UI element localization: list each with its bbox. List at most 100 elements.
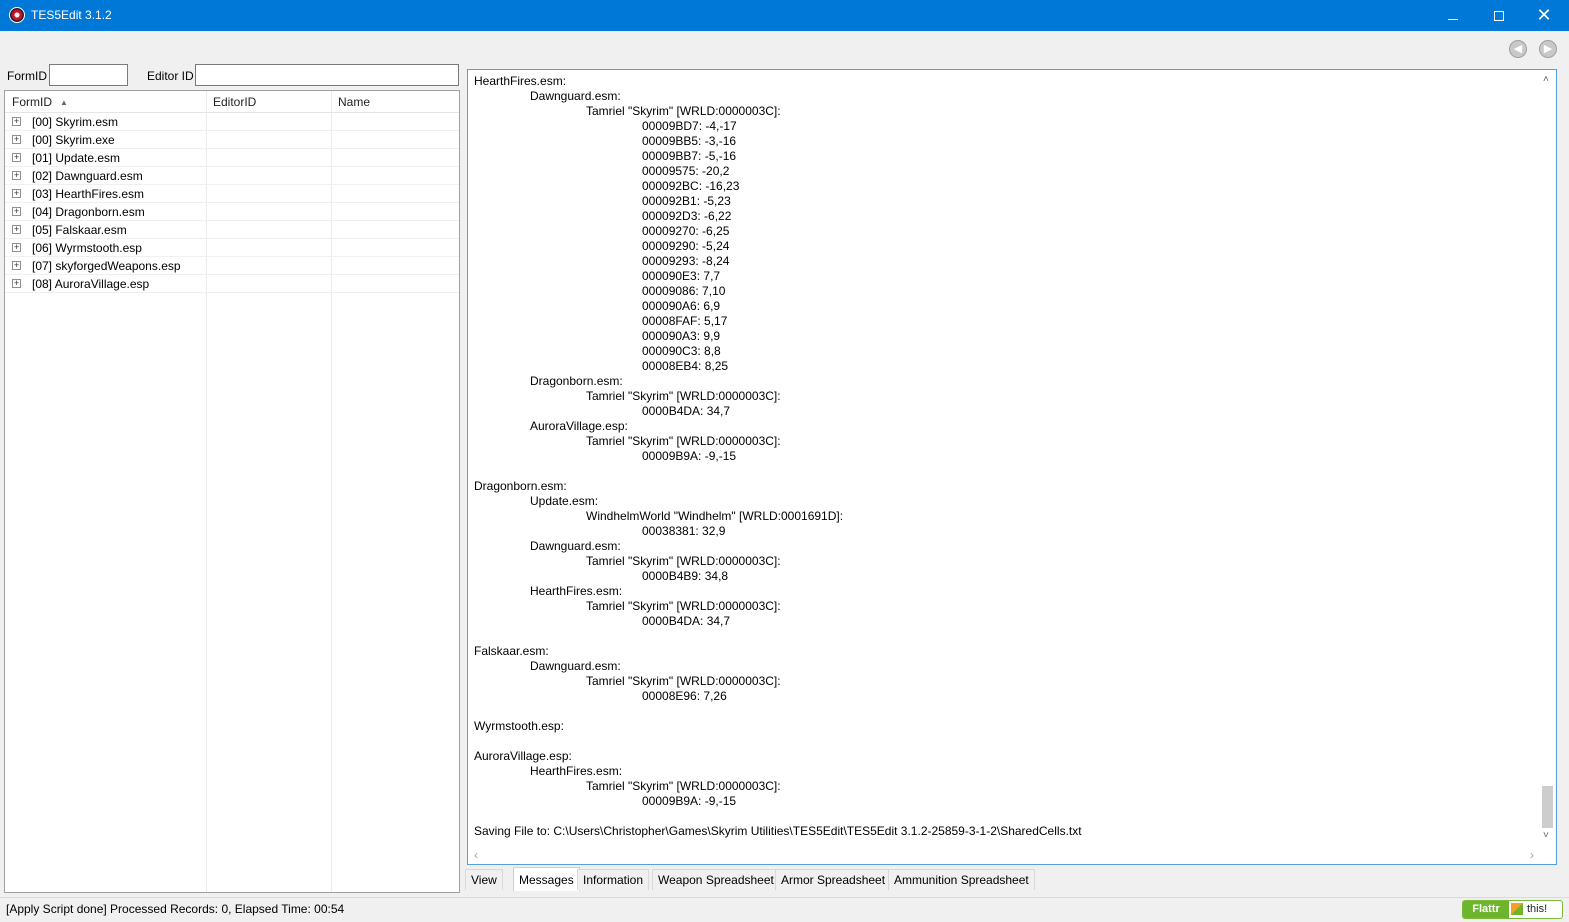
close-icon: ✕ xyxy=(1536,5,1552,25)
messages-text[interactable]: HearthFires.esm: Dawnguard.esm: Tamriel "S… xyxy=(474,74,1534,839)
tab-information[interactable]: Information xyxy=(577,869,650,890)
tree-row[interactable]: + [05] Falskaar.esm xyxy=(5,221,459,239)
tree-row-label: [06] Wyrmstooth.esp xyxy=(32,241,142,255)
formid-input[interactable] xyxy=(49,64,128,86)
message-line: Tamriel "Skyrim" [WRLD:0000003C]: xyxy=(586,674,781,688)
tree-row-label: [00] Skyrim.esm xyxy=(32,115,119,129)
vertical-scrollbar[interactable]: ˄ ˅ xyxy=(1539,70,1556,847)
flattr-button[interactable]: Flattr this! xyxy=(1462,900,1563,919)
column-header-editorid[interactable]: EditorID xyxy=(213,95,256,109)
message-line: Tamriel "Skyrim" [WRLD:0000003C]: xyxy=(586,779,781,793)
tree-row[interactable]: + [00] Skyrim.esm xyxy=(5,113,459,131)
message-line: 0000B4B9: 34,8 xyxy=(642,569,729,583)
tree-row[interactable]: + [04] Dragonborn.esm xyxy=(5,203,459,221)
message-line xyxy=(474,629,1534,644)
message-line: AuroraVillage.esp: xyxy=(474,749,572,763)
expand-icon[interactable]: + xyxy=(12,207,21,216)
message-line: 00009270: -6,25 xyxy=(642,224,730,238)
message-line: Dawnguard.esm: xyxy=(530,659,621,673)
tab-weapon-spreadsheet[interactable]: Weapon Spreadsheet xyxy=(652,869,780,890)
plugin-tree[interactable]: FormID ▲ EditorID Name + [00] Skyrim.esm + [… xyxy=(4,90,460,893)
message-line: AuroraVillage.esp: xyxy=(530,419,628,433)
scroll-up-icon[interactable]: ˄ xyxy=(1543,74,1549,85)
tab-ammunition-spreadsheet[interactable]: Ammunition Spreadsheet xyxy=(888,869,1035,890)
tab-view[interactable]: View xyxy=(465,869,503,890)
scroll-thumb[interactable] xyxy=(1542,786,1553,828)
status-text: [Apply Script done] Processed Records: 0… xyxy=(6,902,345,916)
message-line: 000092B1: -5,23 xyxy=(642,194,731,208)
tree-rows: + [00] Skyrim.esm + [00] Skyrim.exe + [01] Up… xyxy=(5,113,459,293)
tree-row[interactable]: + [00] Skyrim.exe xyxy=(5,131,459,149)
editorid-input[interactable] xyxy=(195,64,459,86)
tree-row-label: [01] Update.esm xyxy=(32,151,121,165)
message-line: Tamriel "Skyrim" [WRLD:0000003C]: xyxy=(586,104,781,118)
message-line: 000090C3: 8,8 xyxy=(642,344,721,358)
message-line: Dawnguard.esm: xyxy=(530,89,621,103)
close-button[interactable]: ✕ xyxy=(1521,0,1567,31)
expand-icon[interactable]: + xyxy=(12,279,21,288)
tree-row-label: [02] Dawnguard.esm xyxy=(32,169,143,183)
tree-row[interactable]: + [03] HearthFires.esm xyxy=(5,185,459,203)
message-line: Wyrmstooth.esp: xyxy=(474,719,564,733)
expand-icon[interactable]: + xyxy=(12,171,21,180)
message-line: Tamriel "Skyrim" [WRLD:0000003C]: xyxy=(586,554,781,568)
message-line: 0000B4DA: 34,7 xyxy=(642,404,731,418)
message-line: 000092D3: -6,22 xyxy=(642,209,732,223)
tree-row[interactable]: + [07] skyforgedWeapons.esp xyxy=(5,257,459,275)
message-line: Tamriel "Skyrim" [WRLD:0000003C]: xyxy=(586,599,781,613)
column-header-name[interactable]: Name xyxy=(338,95,370,109)
message-line: Dawnguard.esm: xyxy=(530,539,621,553)
tab-messages[interactable]: Messages xyxy=(513,867,580,891)
expand-icon[interactable]: + xyxy=(12,135,21,144)
tree-row[interactable]: + [01] Update.esm xyxy=(5,149,459,167)
window-title: TES5Edit 3.1.2 xyxy=(31,8,112,22)
message-line: HearthFires.esm: xyxy=(474,74,567,88)
message-line: Dragonborn.esm: xyxy=(530,374,623,388)
message-line: 00038381: 32,9 xyxy=(642,524,726,538)
status-bar: [Apply Script done] Processed Records: 0… xyxy=(0,897,1569,922)
formid-label: FormID xyxy=(7,69,47,83)
horizontal-scrollbar[interactable]: ‹ › xyxy=(468,847,1556,864)
messages-pane[interactable]: HearthFires.esm: Dawnguard.esm: Tamriel "S… xyxy=(467,69,1557,865)
tree-row-label: [00] Skyrim.exe xyxy=(32,133,115,147)
scroll-left-icon[interactable]: ‹ xyxy=(474,848,478,862)
tree-row-label: [08] AuroraVillage.esp xyxy=(32,277,150,291)
back-button[interactable]: ◀ xyxy=(1509,40,1527,58)
app-icon[interactable] xyxy=(9,7,25,23)
expand-icon[interactable]: + xyxy=(12,189,21,198)
maximize-icon xyxy=(1494,11,1504,21)
message-line: WindhelmWorld "Windhelm" [WRLD:0001691D]… xyxy=(586,509,844,523)
expand-icon[interactable]: + xyxy=(12,153,21,162)
tree-row[interactable]: + [08] AuroraVillage.esp xyxy=(5,275,459,293)
message-line: 00008E96: 7,26 xyxy=(642,689,727,703)
expand-icon[interactable]: + xyxy=(12,117,21,126)
message-line: 00009290: -5,24 xyxy=(642,239,730,253)
message-line: HearthFires.esm: xyxy=(530,584,623,598)
scroll-right-icon[interactable]: › xyxy=(1530,848,1534,862)
flattr-this-label: this! xyxy=(1527,903,1548,915)
column-header-formid[interactable]: FormID ▲ xyxy=(12,95,68,109)
column-header-formid-label: FormID xyxy=(12,95,52,109)
expand-icon[interactable]: + xyxy=(12,261,21,270)
scroll-down-icon[interactable]: ˅ xyxy=(1543,830,1549,841)
title-bar: TES5Edit 3.1.2 ✕ xyxy=(0,0,1569,31)
tree-row[interactable]: + [06] Wyrmstooth.esp xyxy=(5,239,459,257)
forward-button[interactable]: ▶ xyxy=(1539,40,1557,58)
message-line xyxy=(474,704,1534,719)
message-line: 000090A3: 9,9 xyxy=(642,329,721,343)
tree-row-label: [04] Dragonborn.esm xyxy=(32,205,145,219)
minimize-button[interactable] xyxy=(1430,0,1476,31)
message-line: 000090E3: 7,7 xyxy=(642,269,721,283)
pane-splitter[interactable] xyxy=(461,64,465,893)
forward-icon: ▶ xyxy=(1543,43,1553,55)
expand-icon[interactable]: + xyxy=(12,243,21,252)
message-line: 00009293: -8,24 xyxy=(642,254,730,268)
tree-row-label: [03] HearthFires.esm xyxy=(32,187,145,201)
maximize-button[interactable] xyxy=(1476,0,1522,31)
message-line: Update.esm: xyxy=(530,494,599,508)
expand-icon[interactable]: + xyxy=(12,225,21,234)
tree-row[interactable]: + [02] Dawnguard.esm xyxy=(5,167,459,185)
message-line: 00008EB4: 8,25 xyxy=(642,359,729,373)
tab-armor-spreadsheet[interactable]: Armor Spreadsheet xyxy=(775,869,892,890)
message-line: 00009B9A: -9,-15 xyxy=(642,449,737,463)
